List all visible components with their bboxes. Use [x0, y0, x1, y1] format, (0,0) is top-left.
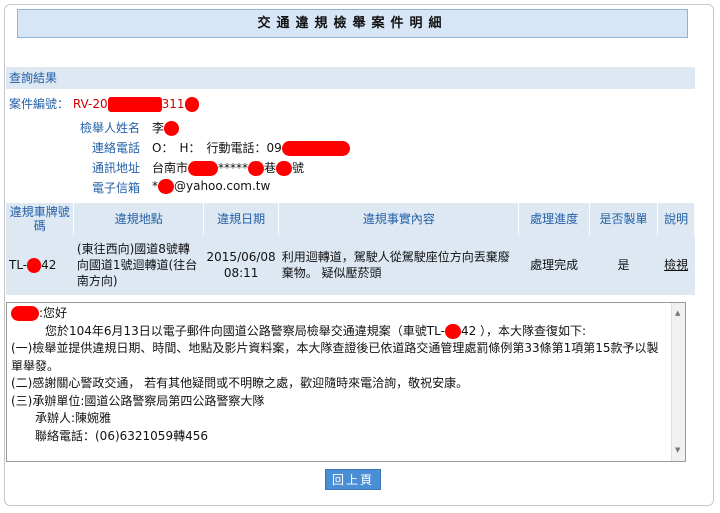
- address-value-row: 台南市 ***** 巷 號: [152, 159, 304, 176]
- email-suffix: @yahoo.com.tw: [174, 179, 271, 193]
- plate-prefix: TL-: [9, 258, 28, 272]
- redaction-mark: [184, 97, 199, 112]
- reply-line5: 承辦人:陳婉雅: [35, 411, 112, 425]
- email-value-row: * @yahoo.com.tw: [152, 179, 270, 194]
- header-fact: 違規事實內容: [278, 203, 520, 235]
- reply-line1: 您於104年6月13日以電子郵件向國道公路警察局檢舉交通違規案（車號TL- 42 …: [11, 323, 681, 341]
- table-row: TL- 42 (東往西向)國道8號轉向國道1號迴轉道(往台南方向) 2015/06…: [6, 235, 695, 295]
- header-date: 違規日期: [203, 203, 280, 235]
- reporter-name-label: 檢舉人姓名: [79, 121, 140, 135]
- cell-date: 2015/06/08 08:11: [203, 235, 279, 295]
- header-ticketed: 是否製單: [589, 203, 659, 235]
- redaction-mark: [276, 161, 293, 176]
- view-detail-link[interactable]: 檢視: [664, 258, 688, 272]
- cell-plate: TL- 42: [6, 235, 74, 295]
- email-label: 電子信箱: [91, 181, 140, 195]
- table-header-row: 違規車牌號碼 違規地點 違規日期 違規事實內容 處理進度 是否製單 說明: [6, 203, 695, 235]
- cell-ticketed: 是: [589, 235, 658, 295]
- redaction-mark: [158, 179, 174, 194]
- address-mid2: 巷: [264, 161, 277, 175]
- phone-value: O： H： 行動電話：09: [152, 141, 282, 155]
- reply-greeting: :您好: [39, 306, 68, 320]
- redaction-mark: [164, 121, 180, 136]
- header-detail: 說明: [657, 203, 695, 235]
- section-title: 查詢結果: [6, 67, 695, 89]
- back-button[interactable]: 回上頁: [325, 469, 381, 490]
- case-id-label: 案件編號：: [9, 97, 70, 111]
- header-status: 處理進度: [518, 203, 590, 235]
- address-mid: *****: [218, 161, 249, 175]
- cell-status: 處理完成: [518, 235, 590, 295]
- case-id-suffix: 311: [161, 97, 185, 111]
- address-label: 通訊地址: [91, 161, 140, 175]
- page-title: 交通違規檢舉案件明細: [17, 9, 688, 38]
- reply-greeting-line: :您好: [11, 305, 681, 323]
- redaction-mark: [27, 258, 42, 273]
- reply-line4: (三)承辦單位:國道公路警察局第四公路警察大隊: [11, 393, 265, 408]
- address-prefix: 台南市: [152, 161, 189, 175]
- cell-fact: 利用迴轉道，駕駛人從駕駛座位方向丟棄廢棄物。 疑似壓菸頭: [278, 235, 519, 295]
- phone-value-row: O： H： 行動電話：09: [152, 139, 350, 156]
- case-id-prefix: RV-20: [72, 97, 108, 111]
- redaction-mark: [281, 141, 350, 156]
- redaction-mark: [444, 323, 461, 339]
- reporter-name: 李: [152, 119, 180, 136]
- header-location: 違規地點: [73, 203, 205, 235]
- reply-line1-a: 您於104年6月13日以電子郵件向國道公路警察局檢舉交通違規案（車號TL-: [45, 323, 445, 338]
- scroll-up-icon[interactable]: ▲: [675, 305, 680, 323]
- violation-table: 違規車牌號碼 違規地點 違規日期 違規事實內容 處理進度 是否製單 說明 TL-…: [6, 203, 695, 295]
- address-suffix: 號: [292, 161, 305, 175]
- redaction-mark: [11, 306, 39, 321]
- redaction-mark: [107, 97, 162, 112]
- reply-line2: (一)檢舉並提供違規日期、時間、地點及影片資料案，本大隊查證後已依道路交通管理處…: [11, 341, 659, 373]
- phone-label: 連絡電話: [91, 141, 140, 155]
- reply-line3: (二)感謝關心警政交通， 若有其他疑問或不明瞭之處，歡迎隨時來電洽詢，敬祝安康。: [11, 376, 469, 390]
- cell-location: (東往西向)國道8號轉向國道1號迴轉道(往台南方向): [73, 235, 204, 295]
- reporter-name-value: 李: [152, 121, 165, 135]
- reply-line6: 聯絡電話：(06)6321059轉456: [35, 428, 208, 443]
- scroll-down-icon[interactable]: ▼: [675, 442, 680, 460]
- reply-line1-b: 42 ），本大隊查復如下:: [460, 323, 587, 338]
- plate-suffix: 42: [41, 258, 57, 272]
- redaction-mark: [248, 161, 265, 176]
- reply-textarea[interactable]: :您好 您於104年6月13日以電子郵件向國道公路警察局檢舉交通違規案（車號TL…: [6, 302, 686, 462]
- case-id-row: 案件編號： RV-20 311: [9, 95, 199, 112]
- header-plate: 違規車牌號碼: [6, 203, 75, 235]
- reply-scrollbar[interactable]: ▲ ▼: [671, 303, 685, 461]
- redaction-mark: [188, 161, 219, 176]
- cell-detail: 檢視: [657, 235, 695, 295]
